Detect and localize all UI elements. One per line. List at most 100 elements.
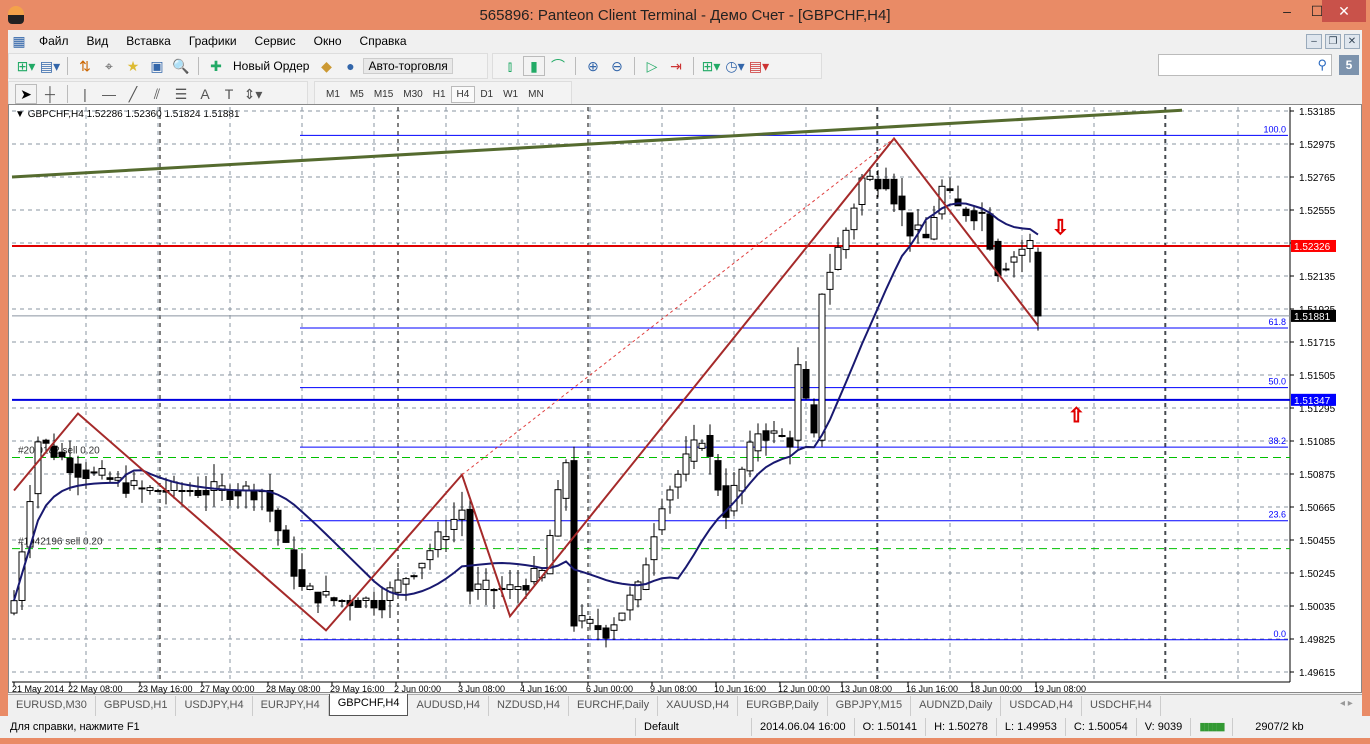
price-chart[interactable]: 1.531851.529751.527651.525551.523451.521… bbox=[0, 104, 1362, 694]
chart-tab[interactable]: GBPJPY,M15 bbox=[828, 696, 912, 716]
status-help: Для справки, нажмите F1 bbox=[10, 721, 140, 733]
horizontal-line-icon[interactable]: — bbox=[98, 84, 120, 104]
menu-help[interactable]: Справка bbox=[351, 34, 416, 48]
timeframe-h1[interactable]: H1 bbox=[428, 87, 451, 102]
arrows-icon[interactable]: ⇕▾ bbox=[242, 84, 264, 104]
price-tick-label: 1.52135 bbox=[1299, 272, 1336, 283]
cursor-icon[interactable]: ➤ bbox=[15, 84, 37, 104]
bearish-candle bbox=[922, 233, 930, 239]
bearish-candle bbox=[138, 487, 146, 490]
zoom-out-icon[interactable]: ⊖ bbox=[606, 56, 628, 76]
autoscroll-icon[interactable]: ▷ bbox=[641, 56, 663, 76]
chart-shift-icon[interactable]: ⇥ bbox=[665, 56, 687, 76]
timeframe-d1[interactable]: D1 bbox=[475, 87, 498, 102]
price-tick-label: 1.51505 bbox=[1299, 371, 1336, 382]
minimize-button[interactable]: – bbox=[1272, 0, 1302, 22]
chart-tab[interactable]: EURJPY,H4 bbox=[253, 696, 329, 716]
status-time: 2014.06.04 16:00 bbox=[751, 718, 854, 736]
bearish-candle bbox=[1034, 251, 1042, 317]
standard-toolbar: ⊞▾ ▤▾ ⇅ ⌖ ★ ▣ 🔍 ✚ Новый Ордер ◆ ● Авто-т… bbox=[8, 53, 488, 79]
price-tick-label: 1.51085 bbox=[1299, 437, 1336, 448]
chart-tab[interactable]: EURUSD,M30 bbox=[8, 696, 96, 716]
timeframe-m15[interactable]: M15 bbox=[369, 87, 398, 102]
crosshair-icon[interactable]: ⌖ bbox=[98, 56, 120, 76]
chart-tab[interactable]: USDCHF,H4 bbox=[1082, 696, 1161, 716]
chart-tab[interactable]: AUDNZD,Daily bbox=[911, 696, 1002, 716]
bearish-candle bbox=[66, 457, 74, 474]
time-tick-label: 23 May 16:00 bbox=[138, 684, 193, 694]
timeframe-w1[interactable]: W1 bbox=[498, 87, 523, 102]
timeframe-m1[interactable]: M1 bbox=[321, 87, 345, 102]
chart-tab[interactable]: XAUUSD,H4 bbox=[658, 696, 739, 716]
search-input[interactable]: ⚲ bbox=[1158, 54, 1332, 76]
mdi-restore-button[interactable]: ❐ bbox=[1325, 34, 1341, 49]
title-bar: 565896: Panteon Client Terminal - Демо С… bbox=[0, 0, 1370, 30]
search-icon[interactable]: ⚲ bbox=[1317, 57, 1327, 73]
zoom-in-icon[interactable]: ⊕ bbox=[582, 56, 604, 76]
bearish-candle bbox=[106, 477, 114, 480]
bullish-candle bbox=[754, 433, 762, 452]
bullish-candle bbox=[1018, 248, 1026, 256]
timeframe-m5[interactable]: M5 bbox=[345, 87, 369, 102]
notifications-badge[interactable]: 5 bbox=[1339, 55, 1359, 75]
menu-charts[interactable]: Графики bbox=[180, 34, 246, 48]
profiles-icon[interactable]: ▤▾ bbox=[39, 56, 61, 76]
time-tick-label: 13 Jun 08:00 bbox=[840, 684, 892, 694]
bullish-candle bbox=[682, 453, 690, 475]
new-chart-icon[interactable]: ⊞▾ bbox=[15, 56, 37, 76]
candles bbox=[10, 167, 1042, 648]
chart-tab[interactable]: USDCAD,H4 bbox=[1001, 696, 1082, 716]
line-chart-icon[interactable]: ⌒ bbox=[547, 56, 569, 76]
new-order-button[interactable]: Новый Ордер bbox=[229, 59, 313, 73]
strategy-tester-icon[interactable]: 🔍 bbox=[170, 56, 192, 76]
vertical-line-icon[interactable]: | bbox=[74, 84, 96, 104]
bearish-candle bbox=[74, 463, 82, 478]
chart-tab[interactable]: EURGBP,Daily bbox=[738, 696, 828, 716]
fibonacci-icon[interactable]: ☰ bbox=[170, 84, 192, 104]
text-label-icon[interactable]: T bbox=[218, 84, 240, 104]
chart-tab[interactable]: EURCHF,Daily bbox=[569, 696, 659, 716]
close-button[interactable]: ✕ bbox=[1322, 0, 1366, 22]
chart-tab[interactable]: AUDUSD,H4 bbox=[408, 696, 490, 716]
chart-tab[interactable]: NZDUSD,H4 bbox=[489, 696, 569, 716]
menu-window[interactable]: Окно bbox=[305, 34, 351, 48]
time-tick-label: 27 May 00:00 bbox=[200, 684, 255, 694]
timeframe-h4[interactable]: H4 bbox=[450, 85, 476, 103]
bullish-candle bbox=[474, 583, 482, 590]
chart-tab[interactable]: USDJPY,H4 bbox=[176, 696, 253, 716]
candlestick-icon[interactable]: ▮ bbox=[523, 56, 545, 76]
price-tick-label: 1.50035 bbox=[1299, 602, 1336, 613]
price-tick-label: 1.50455 bbox=[1299, 536, 1336, 547]
menu-file[interactable]: Файл bbox=[30, 34, 78, 48]
chart-tab[interactable]: GBPUSD,H1 bbox=[96, 696, 177, 716]
metaeditor-icon[interactable]: ◆ bbox=[315, 56, 337, 76]
moving-average-line bbox=[13, 202, 1039, 601]
timeframe-mn[interactable]: MN bbox=[523, 87, 549, 102]
bullish-candle bbox=[450, 518, 458, 530]
terminal-icon[interactable]: ▣ bbox=[146, 56, 168, 76]
templates-icon[interactable]: ▤▾ bbox=[748, 56, 770, 76]
bearish-candle bbox=[178, 489, 186, 492]
menu-tools[interactable]: Сервис bbox=[246, 34, 305, 48]
bar-chart-icon[interactable]: ⫾ bbox=[499, 56, 521, 76]
periods-clock-icon[interactable]: ◷▾ bbox=[724, 56, 746, 76]
mdi-minimize-button[interactable]: – bbox=[1306, 34, 1322, 49]
crosshair-tool-icon[interactable]: ┼ bbox=[39, 84, 61, 104]
tab-scroll-arrows[interactable]: ◂ ▸ bbox=[1340, 698, 1353, 709]
text-icon[interactable]: A bbox=[194, 84, 216, 104]
menu-insert[interactable]: Вставка bbox=[117, 34, 180, 48]
menu-view[interactable]: Вид bbox=[78, 34, 118, 48]
navigator-icon[interactable]: ★ bbox=[122, 56, 144, 76]
sell-arrow-icon: ⇩ bbox=[1052, 217, 1069, 239]
indicators-icon[interactable]: ⊞▾ bbox=[700, 56, 722, 76]
bullish-candle bbox=[322, 591, 330, 596]
chart-tab[interactable]: GBPCHF,H4 bbox=[328, 694, 409, 716]
bullish-candle bbox=[586, 618, 594, 624]
timeframe-m30[interactable]: M30 bbox=[398, 87, 427, 102]
auto-trading-button[interactable]: Авто-торговля bbox=[363, 58, 453, 74]
mdi-close-button[interactable]: ✕ bbox=[1344, 34, 1360, 49]
market-watch-icon[interactable]: ⇅ bbox=[74, 56, 96, 76]
price-tick-label: 1.53185 bbox=[1299, 107, 1336, 118]
equidistant-channel-icon[interactable]: ⫽ bbox=[146, 84, 168, 104]
trendline-icon[interactable]: ╱ bbox=[122, 84, 144, 104]
